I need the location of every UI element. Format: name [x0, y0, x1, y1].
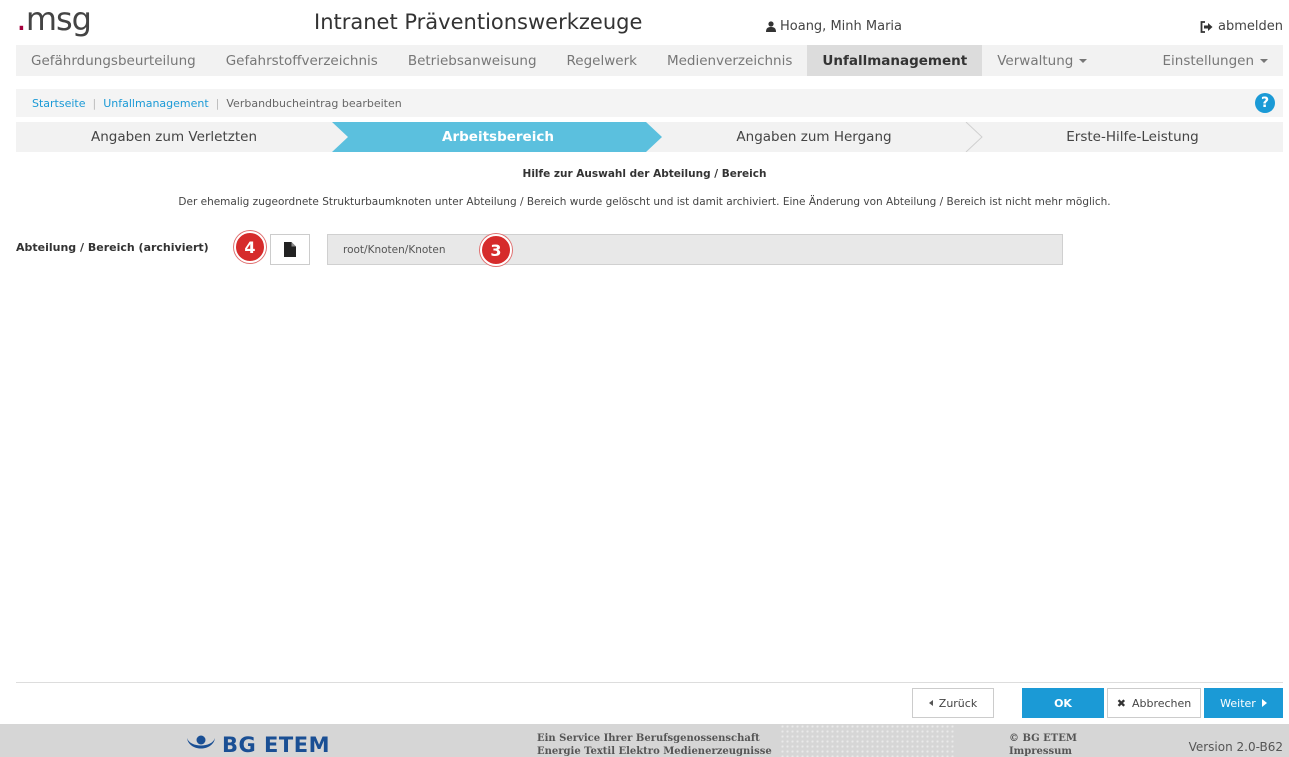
next-button-label: Weiter — [1220, 696, 1256, 710]
nav-item-medienverzeichnis[interactable]: Medienverzeichnis — [652, 45, 807, 76]
logo-text: msg — [25, 0, 92, 38]
document-icon — [284, 242, 296, 257]
department-field-label: Abteilung / Bereich (archiviert) — [16, 241, 209, 254]
help-icon[interactable]: ? — [1255, 93, 1275, 113]
nav-item-gefahrstoffverzeichnis[interactable]: Gefahrstoffverzeichnis — [211, 45, 393, 76]
ok-button-label: OK — [1054, 696, 1072, 710]
app-title: Intranet Präventionswerkzeuge — [314, 10, 643, 34]
user-name: Hoang, Minh Maria — [780, 19, 902, 34]
version-label: Version 2.0-B62 — [1188, 740, 1283, 754]
service-line-1: Ein Service Ihrer Berufsgenossenschaft — [537, 733, 760, 744]
caret-down-icon — [1079, 58, 1088, 63]
back-button-label: Zurück — [938, 696, 978, 710]
nav-item-regelwerk[interactable]: Regelwerk — [552, 45, 652, 76]
caret-right-icon — [1261, 699, 1267, 707]
bg-etem-logo[interactable]: BG ETEM — [186, 733, 330, 757]
annotation-badge-4: 4 — [234, 231, 266, 263]
breadcrumb-separator: | — [215, 96, 220, 110]
caret-down-icon — [1260, 58, 1268, 63]
actions-divider — [16, 682, 1283, 683]
wizard-step-arbeitsbereich[interactable]: Arbeitsbereich — [348, 122, 648, 152]
breadcrumb-separator: | — [92, 96, 97, 110]
sign-out-icon — [1200, 20, 1213, 33]
breadcrumb-unfallmanagement[interactable]: Unfallmanagement — [103, 97, 208, 110]
logout-link[interactable]: abmelden — [1200, 19, 1283, 34]
user-icon — [766, 21, 776, 32]
caret-left-icon — [928, 700, 933, 706]
bg-etem-logo-icon — [187, 735, 215, 749]
wizard-step-erste-hilfe[interactable]: Erste-Hilfe-Leistung — [982, 122, 1283, 152]
nav-item-verwaltung-label: Verwaltung — [997, 52, 1074, 69]
impressum-link[interactable]: Impressum — [1009, 745, 1077, 757]
app-header: .msg Intranet Präventionswerkzeuge Hoang… — [0, 0, 1289, 42]
breadcrumb-current: Verbandbucheintrag bearbeiten — [226, 96, 402, 110]
nav-item-einstellungen[interactable]: Einstellungen — [1147, 45, 1283, 76]
back-button[interactable]: Zurück — [912, 688, 994, 718]
decorative-dot-pattern — [780, 724, 956, 757]
annotation-badge-3: 3 — [480, 234, 512, 266]
copyright-block: © BG ETEM Impressum — [1009, 732, 1077, 757]
breadcrumb: Startseite | Unfallmanagement | Verbandb… — [16, 89, 1283, 117]
nav-item-gefaehrdungsbeurteilung[interactable]: Gefährdungsbeurteilung — [16, 45, 211, 76]
close-icon: ✖ — [1116, 696, 1126, 710]
msg-logo[interactable]: .msg — [16, 0, 92, 39]
file-button[interactable] — [270, 234, 310, 265]
wizard-steps: Angaben zum Verletzten Arbeitsbereich An… — [16, 122, 1283, 152]
breadcrumb-startseite[interactable]: Startseite — [32, 97, 86, 110]
nav-item-einstellungen-label: Einstellungen — [1162, 52, 1254, 69]
ok-button[interactable]: OK — [1022, 688, 1104, 718]
wizard-step-hergang[interactable]: Angaben zum Hergang — [662, 122, 966, 152]
copyright-text: © BG ETEM — [1009, 733, 1077, 744]
nav-item-betriebsanweisung[interactable]: Betriebsanweisung — [393, 45, 552, 76]
hint-title: Hilfe zur Auswahl der Abteilung / Bereic… — [522, 168, 767, 180]
main-nav: Gefährdungsbeurteilung Gefahrstoffverzei… — [16, 45, 1283, 76]
logo-dot: . — [16, 0, 27, 39]
service-text: Ein Service Ihrer Berufsgenossenschaft E… — [537, 732, 772, 757]
cancel-button-label: Abbrechen — [1131, 696, 1192, 710]
nav-item-verwaltung[interactable]: Verwaltung — [982, 45, 1102, 76]
nav-item-unfallmanagement[interactable]: Unfallmanagement — [807, 45, 983, 76]
next-button[interactable]: Weiter — [1204, 688, 1283, 718]
service-line-2: Energie Textil Elektro Medienerzeugnisse — [537, 746, 772, 757]
page-footer: BG ETEM Ein Service Ihrer Berufsgenossen… — [0, 724, 1289, 757]
hint-text: Der ehemalig zugeordnete Strukturbaumkno… — [178, 196, 1111, 208]
bg-etem-logo-text: BG ETEM — [222, 733, 330, 757]
current-user[interactable]: Hoang, Minh Maria — [766, 19, 902, 34]
cancel-button[interactable]: ✖ Abbrechen — [1107, 688, 1201, 718]
department-path-field: root/Knoten/Knoten — [327, 234, 1063, 265]
wizard-step-verletzten[interactable]: Angaben zum Verletzten — [16, 122, 332, 152]
logout-label: abmelden — [1218, 19, 1283, 34]
